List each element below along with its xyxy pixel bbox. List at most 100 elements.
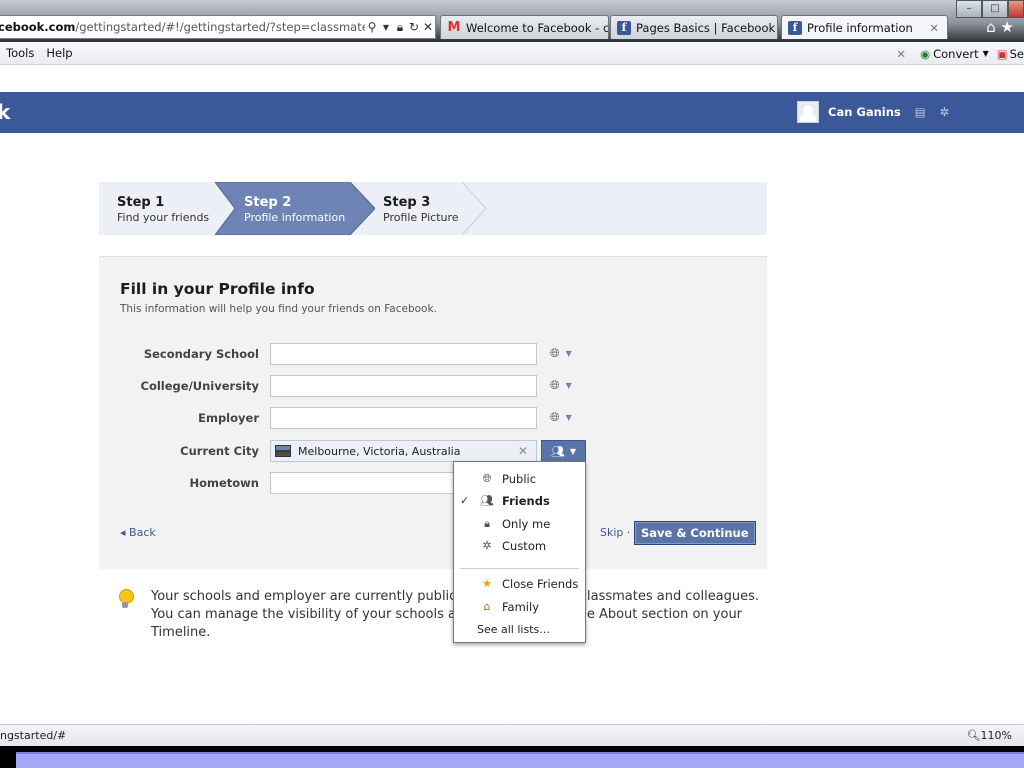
steps-bar: Step 1 Find your friends Step 2 Profile …: [99, 182, 767, 235]
menu-item-friends[interactable]: ✓ 👥︎ Friends: [454, 492, 585, 512]
tab-pages-basics[interactable]: f Pages Basics | Facebook ...: [610, 15, 778, 39]
menu-item-family[interactable]: ⌂ Family: [454, 598, 585, 618]
back-link[interactable]: ◂ Back: [120, 526, 156, 539]
zoom-icon: 🔍︎: [966, 729, 981, 742]
user-name[interactable]: Can Ganins: [828, 105, 901, 119]
see-all-lists-link[interactable]: See all lists...: [477, 623, 550, 636]
avatar[interactable]: [797, 101, 819, 123]
audience-selector[interactable]: 🌐︎ ▼: [550, 410, 572, 425]
friends-icon: 👥︎: [550, 444, 565, 458]
browser-titlebar: cebook.com/gettingstarted/#!/gettingstar…: [0, 0, 1024, 42]
home-icon[interactable]: ⌂ ★: [986, 18, 1014, 36]
tab-profile-information[interactable]: f Profile information ✕: [781, 15, 948, 39]
globe-icon: 🌐︎: [482, 472, 492, 485]
menu-item-public[interactable]: 🌐︎ Public: [454, 470, 585, 490]
chevron-down-icon: ▼: [565, 381, 572, 390]
tab-label: Profile information: [807, 20, 913, 35]
close-toolbar-icon[interactable]: ✕: [896, 47, 906, 61]
tab-label: Pages Basics | Facebook ...: [636, 20, 778, 35]
audience-selector[interactable]: 🌐︎ ▼: [550, 346, 572, 361]
college-university-input[interactable]: [270, 375, 537, 397]
star-list-icon: ★: [482, 577, 492, 590]
maximize-button[interactable]: □: [982, 0, 1008, 18]
lock-icon: 🔒︎: [484, 517, 490, 530]
taskbar-strip: [16, 752, 1024, 768]
field-label: College/University: [140, 379, 259, 393]
window-close-button[interactable]: [1008, 0, 1024, 18]
remove-city-icon[interactable]: ✕: [518, 444, 528, 458]
privacy-shortcuts-icon[interactable]: ▤: [915, 105, 926, 119]
secondary-school-input[interactable]: [270, 343, 537, 365]
audience-selector-active[interactable]: 👥︎ ▼: [541, 440, 586, 462]
facebook-icon: f: [617, 20, 631, 35]
menu-divider: [460, 568, 579, 569]
address-bar[interactable]: cebook.com/gettingstarted/#!/gettingstar…: [0, 15, 436, 39]
menu-bar: Tools Help ✕ ◉ Convert ▼ ▣ Se: [0, 42, 1024, 65]
current-city-field[interactable]: Melbourne, Victoria, Australia ✕: [270, 440, 537, 462]
search-icon[interactable]: ⚲: [365, 18, 379, 36]
menu-item-only-me[interactable]: 🔒︎ Only me: [454, 515, 585, 535]
user-menu[interactable]: Can Ganins ▤ ✲: [797, 101, 949, 123]
house-icon: ⌂: [483, 600, 491, 613]
zoom-control[interactable]: 🔍︎110%: [967, 729, 1012, 742]
stop-icon[interactable]: ✕: [421, 18, 435, 36]
field-label: Hometown: [189, 476, 259, 490]
address-url[interactable]: cebook.com/gettingstarted/#!/gettingstar…: [0, 20, 365, 34]
field-row-college: College/University 🌐︎ ▼: [99, 375, 767, 399]
step-1[interactable]: Step 1 Find your friends: [99, 182, 219, 235]
select-button[interactable]: ▣ Se: [997, 47, 1024, 61]
profile-info-card: Fill in your Profile info This informati…: [99, 256, 767, 569]
close-tab-icon[interactable]: ✕: [929, 21, 939, 35]
globe-icon: 🌐︎: [550, 410, 560, 424]
checkmark-icon: ✓: [460, 494, 470, 507]
field-label: Current City: [180, 444, 259, 458]
facebook-header: k Can Ganins ▤ ✲: [0, 92, 1024, 133]
chevron-down-icon: ▼: [565, 349, 572, 358]
facebook-logo[interactable]: k: [0, 100, 10, 124]
employer-input[interactable]: [270, 407, 537, 429]
dropdown-icon[interactable]: ▼: [379, 18, 393, 36]
chevron-down-icon: ▼: [982, 49, 989, 58]
audience-dropdown-menu: 🌐︎ Public ✓ 👥︎ Friends 🔒︎ Only me ✲ Cust…: [453, 461, 586, 643]
menu-tools[interactable]: Tools: [0, 46, 40, 60]
friends-icon: 👥︎: [480, 494, 494, 507]
menu-help[interactable]: Help: [40, 46, 78, 60]
menu-item-close-friends[interactable]: ★ Close Friends: [454, 575, 585, 595]
chevron-down-icon: ▼: [565, 413, 572, 422]
city-thumbnail: [275, 445, 291, 457]
convert-button[interactable]: ◉ Convert ▼: [920, 47, 989, 61]
page-title: Fill in your Profile info: [120, 280, 315, 298]
facebook-icon: f: [788, 20, 802, 35]
field-row-secondary-school: Secondary School 🌐︎ ▼: [99, 343, 767, 367]
status-url: ngstarted/#: [0, 729, 67, 742]
lightbulb-icon: [118, 589, 134, 611]
refresh-icon[interactable]: ↻: [407, 18, 421, 36]
save-continue-button[interactable]: Save & Continue: [634, 521, 756, 545]
skip-link[interactable]: Skip ·: [600, 526, 630, 539]
field-row-hometown: Hometown: [99, 472, 767, 496]
field-label: Secondary School: [143, 347, 259, 361]
field-label: Employer: [198, 411, 259, 425]
chevron-down-icon: ▼: [569, 446, 577, 456]
window-controls: – □: [956, 0, 1024, 18]
page-gap: [0, 65, 1024, 92]
step-3[interactable]: Step 3 Profile Picture: [365, 182, 475, 235]
taskbar: [0, 746, 1024, 768]
field-row-employer: Employer 🌐︎ ▼: [99, 407, 767, 431]
gear-icon[interactable]: ✲: [940, 105, 950, 119]
audience-selector[interactable]: 🌐︎ ▼: [550, 378, 572, 393]
select-icon: ▣: [996, 46, 1008, 61]
step-2[interactable]: Step 2 Profile information: [226, 182, 366, 235]
gear-icon: ✲: [482, 539, 492, 552]
globe-icon: 🌐︎: [550, 346, 560, 360]
tab-label: Welcome to Facebook - c...: [466, 20, 609, 35]
page-subtitle: This information will help you find your…: [120, 303, 437, 315]
minimize-button[interactable]: –: [956, 0, 982, 18]
menu-item-custom[interactable]: ✲ Custom: [454, 537, 585, 557]
tab-gmail[interactable]: M Welcome to Facebook - c...: [440, 15, 609, 39]
lock-icon[interactable]: 🔒︎: [393, 18, 407, 36]
status-bar: ngstarted/# 🔍︎110%: [0, 724, 1024, 746]
convert-icon: ◉: [920, 46, 931, 61]
field-row-current-city: Current City Melbourne, Victoria, Austra…: [99, 440, 767, 464]
city-value: Melbourne, Victoria, Australia: [298, 444, 461, 458]
